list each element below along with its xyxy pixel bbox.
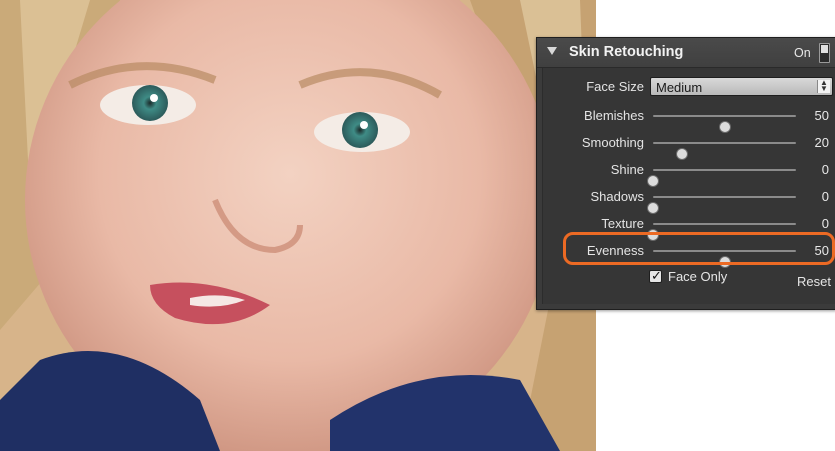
slider-row-blemishes: Blemishes 50 [543, 104, 835, 133]
slider-row-smoothing: Smoothing 20 [543, 131, 835, 160]
up-down-arrows-icon: ▲ ▼ [817, 79, 830, 93]
face-only-label: Face Only [668, 269, 728, 284]
slider-value: 20 [814, 135, 829, 150]
slider-value: 0 [821, 189, 829, 204]
skin-retouching-panel: Skin Retouching On Face Size Medium ▲ ▼ B… [536, 37, 835, 310]
evenness-highlight [563, 232, 835, 265]
face-size-label: Face Size [586, 79, 644, 94]
panel-header[interactable]: Skin Retouching On [537, 38, 835, 68]
slider-value: 50 [814, 108, 829, 123]
checkmark-icon: ✓ [651, 268, 662, 283]
slider-row-shine: Shine 0 [543, 158, 835, 187]
slider-label: Texture [601, 216, 644, 231]
toggle-knob [821, 45, 828, 53]
slider-track[interactable] [647, 223, 796, 241]
face-size-value: Medium [656, 80, 703, 95]
slider-track[interactable] [647, 169, 796, 187]
slider-label: Smoothing [581, 135, 644, 150]
slider-value: 0 [821, 216, 829, 231]
slider-value: 0 [821, 162, 829, 177]
slider-track[interactable] [653, 115, 796, 133]
slider-label: Blemishes [584, 108, 644, 123]
slider-label: Shadows [590, 189, 644, 204]
slider-track[interactable] [647, 196, 796, 214]
triangle-down-icon[interactable] [546, 45, 558, 57]
slider-track[interactable] [653, 142, 796, 160]
face-size-select[interactable]: Medium ▲ ▼ [650, 77, 833, 96]
slider-label: Shine [610, 162, 644, 177]
slider-row-shadows: Shadows 0 [543, 185, 835, 214]
panel-title: Skin Retouching [569, 44, 684, 60]
reset-button[interactable]: Reset [797, 274, 831, 289]
face-only-checkbox[interactable]: ✓ [649, 268, 662, 283]
portrait-photo [0, 0, 596, 451]
panel-body: Face Size Medium ▲ ▼ Blemishes 50 Smoothi… [542, 68, 835, 304]
on-label: On [794, 46, 811, 60]
on-toggle[interactable] [819, 43, 830, 63]
portrait-illustration [0, 0, 596, 451]
